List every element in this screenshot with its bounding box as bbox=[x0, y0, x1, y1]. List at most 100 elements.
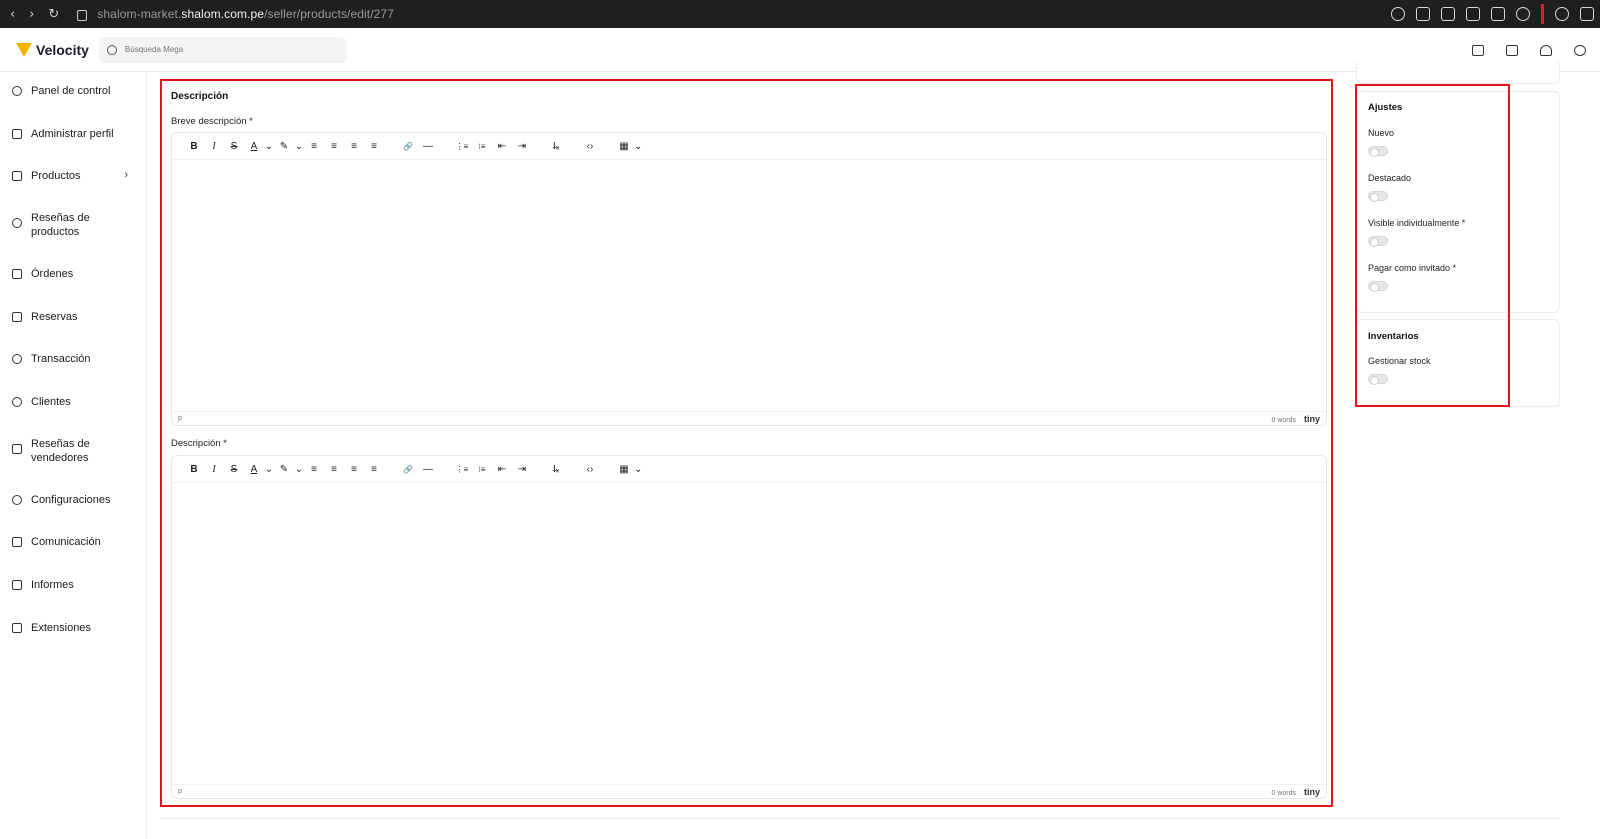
sidebar-item-label: Configuraciones bbox=[31, 494, 111, 506]
sidebar-item-bookings[interactable]: Reservas bbox=[0, 310, 146, 324]
bullet-list-button[interactable]: ⁝≡ bbox=[472, 142, 492, 151]
profile-icon bbox=[12, 129, 22, 139]
sidebar-item-label: Administrar perfil bbox=[31, 128, 114, 140]
nuevo-toggle[interactable] bbox=[1368, 146, 1388, 157]
logo[interactable]: Velocity bbox=[16, 42, 89, 58]
sidebar-item-label: Reseñas de productos bbox=[31, 212, 90, 238]
user-icon[interactable] bbox=[1574, 44, 1586, 56]
horizontal-rule-button[interactable]: — bbox=[418, 141, 438, 152]
bullet-list-button[interactable]: ⁝≡ bbox=[472, 465, 492, 474]
sidebar-item-label: Informes bbox=[31, 579, 74, 591]
text-color-button[interactable]: A bbox=[244, 141, 264, 152]
sidebar-item-extensions[interactable]: Extensiones bbox=[0, 621, 146, 635]
search-box[interactable] bbox=[98, 36, 347, 63]
heart-icon[interactable] bbox=[1516, 7, 1530, 21]
visible-toggle[interactable] bbox=[1368, 236, 1388, 247]
horizontal-rule-button[interactable]: — bbox=[418, 464, 438, 475]
browser-actions bbox=[1391, 0, 1594, 28]
chevron-down-icon[interactable]: ⌄ bbox=[264, 141, 274, 152]
pin-icon[interactable] bbox=[1416, 7, 1430, 21]
strikethrough-button[interactable]: S bbox=[224, 464, 244, 475]
menu-icon[interactable] bbox=[1580, 7, 1594, 21]
chevron-down-icon[interactable]: ⌄ bbox=[294, 141, 304, 152]
screenshot-icon[interactable] bbox=[1441, 7, 1455, 21]
play-icon[interactable] bbox=[1491, 7, 1505, 21]
highlight-button[interactable]: ✎ bbox=[274, 464, 294, 475]
forward-icon[interactable]: › bbox=[29, 7, 34, 22]
justify-button[interactable]: ≡ bbox=[364, 141, 384, 152]
align-right-button[interactable]: ≡ bbox=[344, 141, 364, 152]
zoom-icon[interactable] bbox=[1391, 7, 1405, 21]
sidebar-item-transactions[interactable]: Transacción bbox=[0, 352, 146, 366]
text-color-button[interactable]: A bbox=[244, 464, 264, 475]
element-path: p bbox=[178, 415, 182, 422]
chevron-down-icon[interactable]: ⌄ bbox=[264, 464, 274, 475]
bell-icon[interactable] bbox=[1540, 44, 1552, 56]
sidebar-item-seller-reviews[interactable]: Reseñas de vendedores bbox=[0, 437, 146, 465]
tiny-logo[interactable]: tiny bbox=[1304, 787, 1320, 797]
indent-button[interactable]: ⇥ bbox=[512, 464, 532, 475]
guest-checkout-toggle[interactable] bbox=[1368, 281, 1388, 292]
italic-button[interactable]: I bbox=[204, 141, 224, 152]
bold-button[interactable]: B bbox=[184, 464, 204, 475]
address-bar[interactable]: shalom-market. shalom.com.pe/seller/produ… bbox=[77, 7, 394, 21]
sidebar-item-orders[interactable]: Órdenes bbox=[0, 267, 146, 281]
link-button[interactable]: 🔗 bbox=[398, 142, 418, 151]
align-center-button[interactable]: ≡ bbox=[324, 464, 344, 475]
table-button[interactable]: ▦ bbox=[614, 141, 634, 152]
chevron-down-icon[interactable]: ⌄ bbox=[634, 141, 642, 152]
card-above bbox=[1356, 60, 1560, 84]
shop-icon[interactable] bbox=[1506, 44, 1518, 56]
sidebar-item-label: Panel de control bbox=[31, 85, 111, 97]
align-left-button[interactable]: ≡ bbox=[304, 464, 324, 475]
italic-button[interactable]: I bbox=[204, 464, 224, 475]
code-button[interactable]: ‹› bbox=[580, 464, 600, 475]
chevron-down-icon[interactable]: ⌄ bbox=[634, 464, 642, 475]
sidebar-item-products[interactable]: Productos › bbox=[0, 169, 146, 183]
divider bbox=[1541, 4, 1544, 24]
reports-icon bbox=[12, 580, 22, 590]
clear-format-button[interactable]: I̶ₓ bbox=[546, 141, 566, 152]
destacado-toggle[interactable] bbox=[1368, 191, 1388, 202]
sidebar-item-customers[interactable]: Clientes bbox=[0, 395, 146, 409]
sidebar-item-reports[interactable]: Informes bbox=[0, 578, 146, 592]
sidebar-item-product-reviews[interactable]: Reseñas de productos bbox=[0, 211, 146, 239]
strikethrough-button[interactable]: S bbox=[224, 141, 244, 152]
sidebar-item-profile[interactable]: Administrar perfil bbox=[0, 127, 146, 141]
chevron-down-icon[interactable]: ⌄ bbox=[294, 464, 304, 475]
justify-button[interactable]: ≡ bbox=[364, 464, 384, 475]
outdent-button[interactable]: ⇤ bbox=[492, 141, 512, 152]
store-icon[interactable] bbox=[1472, 44, 1484, 56]
editor-content-area[interactable] bbox=[172, 160, 1326, 411]
sidebar-item-communication[interactable]: Comunicación bbox=[0, 535, 146, 549]
account-icon[interactable] bbox=[1555, 7, 1569, 21]
reload-icon[interactable]: ↻ bbox=[48, 7, 59, 22]
highlight-button[interactable]: ✎ bbox=[274, 141, 294, 152]
bold-button[interactable]: B bbox=[184, 141, 204, 152]
table-button[interactable]: ▦ bbox=[614, 464, 634, 475]
short-description-editor[interactable]: B I S A ⌄ ✎ ⌄ ≡ ≡ ≡ ≡ 🔗 — ⋮≡ ⁝≡ ⇤ ⇥ I̶ₓ … bbox=[171, 132, 1327, 426]
url-host: shalom.com.pe bbox=[181, 7, 265, 21]
align-right-button[interactable]: ≡ bbox=[344, 464, 364, 475]
sidebar: Panel de control Administrar perfil Prod… bbox=[0, 72, 147, 839]
clear-format-button[interactable]: I̶ₓ bbox=[546, 464, 566, 475]
manage-stock-toggle[interactable] bbox=[1368, 374, 1388, 385]
align-center-button[interactable]: ≡ bbox=[324, 141, 344, 152]
shield-icon[interactable] bbox=[1466, 7, 1480, 21]
search-input[interactable] bbox=[124, 45, 325, 54]
outdent-button[interactable]: ⇤ bbox=[492, 464, 512, 475]
sidebar-item-settings[interactable]: Configuraciones bbox=[0, 493, 146, 507]
back-icon[interactable]: ‹ bbox=[10, 7, 15, 22]
align-left-button[interactable]: ≡ bbox=[304, 141, 324, 152]
tiny-logo[interactable]: tiny bbox=[1304, 414, 1320, 424]
ordered-list-button[interactable]: ⋮≡ bbox=[452, 465, 472, 474]
indent-button[interactable]: ⇥ bbox=[512, 141, 532, 152]
customers-icon bbox=[12, 397, 22, 407]
editor-content-area[interactable] bbox=[172, 483, 1326, 784]
sidebar-item-label: Clientes bbox=[31, 396, 71, 408]
ordered-list-button[interactable]: ⋮≡ bbox=[452, 142, 472, 151]
code-button[interactable]: ‹› bbox=[580, 141, 600, 152]
description-editor[interactable]: B I S A ⌄ ✎ ⌄ ≡ ≡ ≡ ≡ 🔗 — ⋮≡ ⁝≡ ⇤ ⇥ I̶ₓ … bbox=[171, 455, 1327, 799]
link-button[interactable]: 🔗 bbox=[398, 465, 418, 474]
sidebar-item-panel[interactable]: Panel de control bbox=[0, 84, 146, 98]
